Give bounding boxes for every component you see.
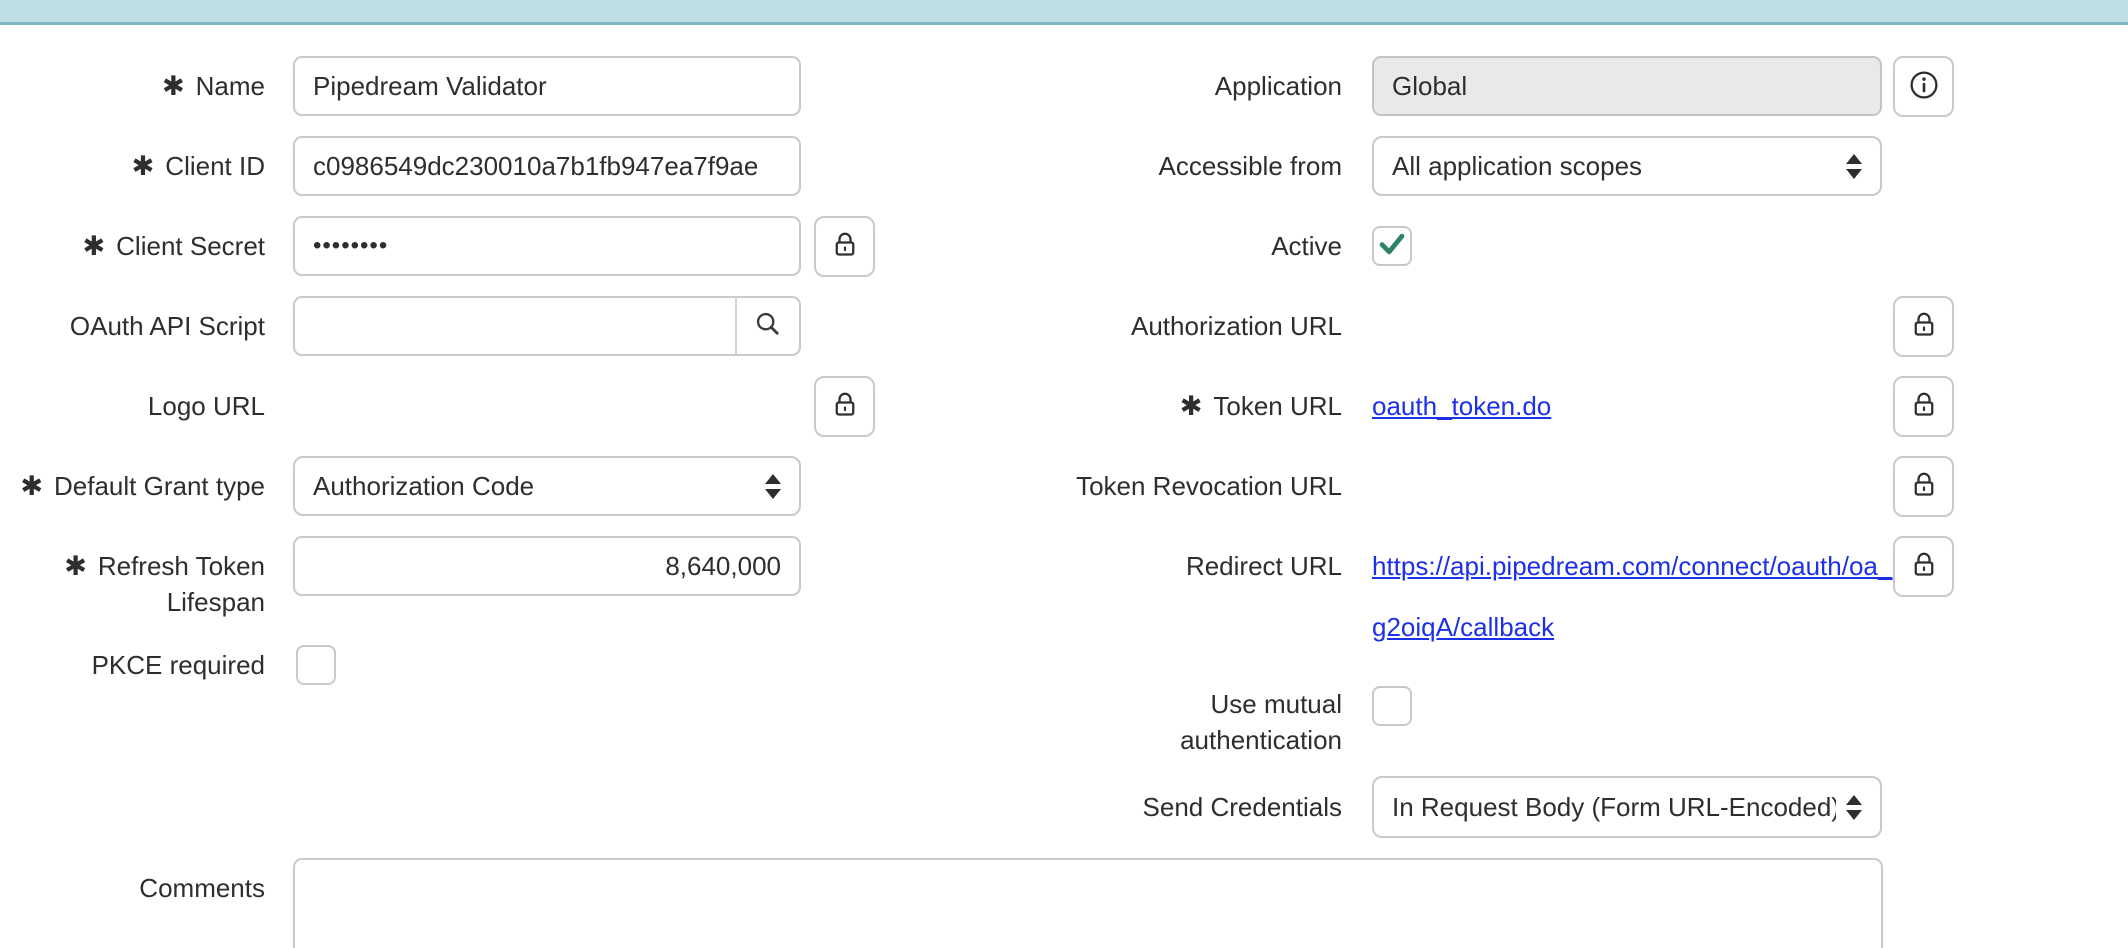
application-label-text: Application xyxy=(1215,71,1342,102)
oauth-api-script-lookup-button[interactable] xyxy=(735,298,799,354)
checkmark-icon xyxy=(1375,227,1409,266)
required-icon: ✱ xyxy=(132,151,155,182)
comments-textarea[interactable] xyxy=(293,858,1883,948)
active-label: Active xyxy=(1000,216,1342,276)
application-readonly-field: Global xyxy=(1372,56,1882,116)
use-mutual-authentication-label-line2: authentication xyxy=(1180,722,1342,758)
lock-icon xyxy=(1909,470,1939,503)
client-id-label-text: Client ID xyxy=(165,151,265,182)
comments-label-text: Comments xyxy=(139,873,265,904)
client-secret-label-text: Client Secret xyxy=(116,231,265,262)
default-grant-type-label-text: Default Grant type xyxy=(54,471,265,502)
client-id-label: ✱ Client ID xyxy=(0,136,265,196)
default-grant-type-select[interactable]: Authorization Code xyxy=(293,456,801,516)
redirect-url-link-line2: g2oiqA/callback xyxy=(1372,597,1892,658)
token-url-label: ✱ Token URL xyxy=(1000,376,1342,436)
token-revocation-url-label-text: Token Revocation URL xyxy=(1076,471,1342,502)
redirect-url-label-text: Redirect URL xyxy=(1186,551,1342,582)
accessible-from-select[interactable]: All application scopes xyxy=(1372,136,1882,196)
required-icon: ✱ xyxy=(64,551,87,581)
oauth-api-script-input[interactable] xyxy=(295,298,735,354)
client-secret-label: ✱ Client Secret xyxy=(0,216,265,276)
logo-url-lock-button[interactable] xyxy=(814,376,875,437)
select-arrows-icon xyxy=(1846,795,1862,820)
accessible-from-label-text: Accessible from xyxy=(1159,151,1343,182)
refresh-token-lifespan-label-line1: ✱Refresh Token xyxy=(64,548,265,584)
send-credentials-label-text: Send Credentials xyxy=(1143,792,1342,823)
send-credentials-label: Send Credentials xyxy=(1000,777,1342,837)
required-icon: ✱ xyxy=(162,71,185,102)
info-icon xyxy=(1908,69,1940,104)
token-url-link[interactable]: oauth_token.do xyxy=(1372,391,1551,422)
default-grant-type-value: Authorization Code xyxy=(313,471,534,502)
token-url-lock-button[interactable] xyxy=(1893,376,1954,437)
accessible-from-label: Accessible from xyxy=(1000,136,1342,196)
redirect-url-link[interactable]: https://api.pipedream.com/connect/oauth/… xyxy=(1372,536,1892,658)
use-mutual-authentication-label: Use mutual authentication xyxy=(1000,686,1342,758)
required-icon: ✱ xyxy=(1180,391,1203,422)
oauth-api-script-label: OAuth API Script xyxy=(0,296,265,356)
send-credentials-select[interactable]: In Request Body (Form URL-Encoded) xyxy=(1372,776,1882,838)
oauth-registry-form: ✱ Name ✱ Client ID ✱ Client Secret OAuth… xyxy=(0,0,2128,948)
token-url-linkbox: oauth_token.do xyxy=(1372,376,1551,436)
pkce-required-label: PKCE required xyxy=(0,635,265,695)
lock-icon xyxy=(1909,390,1939,423)
default-grant-type-label: ✱ Default Grant type xyxy=(0,456,265,516)
pkce-required-label-text: PKCE required xyxy=(92,650,265,681)
application-value: Global xyxy=(1392,71,1467,102)
refresh-token-lifespan-label-line2: Lifespan xyxy=(167,584,265,620)
application-info-button[interactable] xyxy=(1893,56,1954,117)
accessible-from-value: All application scopes xyxy=(1392,151,1642,182)
name-label-text: Name xyxy=(196,71,265,102)
active-checkbox[interactable] xyxy=(1372,226,1412,266)
oauth-api-script-reference-field xyxy=(293,296,801,356)
form-header-bar xyxy=(0,0,2128,25)
token-url-label-text: Token URL xyxy=(1213,391,1342,422)
send-credentials-value: In Request Body (Form URL-Encoded) xyxy=(1392,792,1836,823)
client-secret-input[interactable] xyxy=(293,216,801,276)
refresh-token-lifespan-label: ✱Refresh Token Lifespan xyxy=(0,540,265,628)
logo-url-label: Logo URL xyxy=(0,376,265,436)
authorization-url-lock-button[interactable] xyxy=(1893,296,1954,357)
use-mutual-authentication-label-line1: Use mutual xyxy=(1211,686,1343,722)
client-id-input[interactable] xyxy=(293,136,801,196)
required-icon: ✱ xyxy=(20,471,43,502)
logo-url-label-text: Logo URL xyxy=(148,391,265,422)
redirect-url-link-line1: https://api.pipedream.com/connect/oauth/… xyxy=(1372,536,1892,597)
select-arrows-icon xyxy=(1846,154,1862,179)
lock-icon xyxy=(830,230,860,263)
client-secret-lock-button[interactable] xyxy=(814,216,875,277)
comments-label: Comments xyxy=(0,858,265,918)
redirect-url-label: Redirect URL xyxy=(1000,536,1342,596)
pkce-required-checkbox[interactable] xyxy=(296,645,336,685)
name-label: ✱ Name xyxy=(0,56,265,116)
name-input[interactable] xyxy=(293,56,801,116)
token-revocation-url-lock-button[interactable] xyxy=(1893,456,1954,517)
active-label-text: Active xyxy=(1271,231,1342,262)
token-revocation-url-label: Token Revocation URL xyxy=(1000,456,1342,516)
required-icon: ✱ xyxy=(83,231,106,262)
lock-icon xyxy=(1909,550,1939,583)
authorization-url-label-text: Authorization URL xyxy=(1131,311,1342,342)
lock-icon xyxy=(830,390,860,423)
search-icon xyxy=(753,309,783,344)
use-mutual-authentication-checkbox[interactable] xyxy=(1372,686,1412,726)
oauth-api-script-label-text: OAuth API Script xyxy=(70,311,265,342)
lock-icon xyxy=(1909,310,1939,343)
authorization-url-label: Authorization URL xyxy=(1000,296,1342,356)
refresh-token-lifespan-input[interactable] xyxy=(293,536,801,596)
select-arrows-icon xyxy=(765,474,781,499)
application-label: Application xyxy=(1000,56,1342,116)
redirect-url-lock-button[interactable] xyxy=(1893,536,1954,597)
